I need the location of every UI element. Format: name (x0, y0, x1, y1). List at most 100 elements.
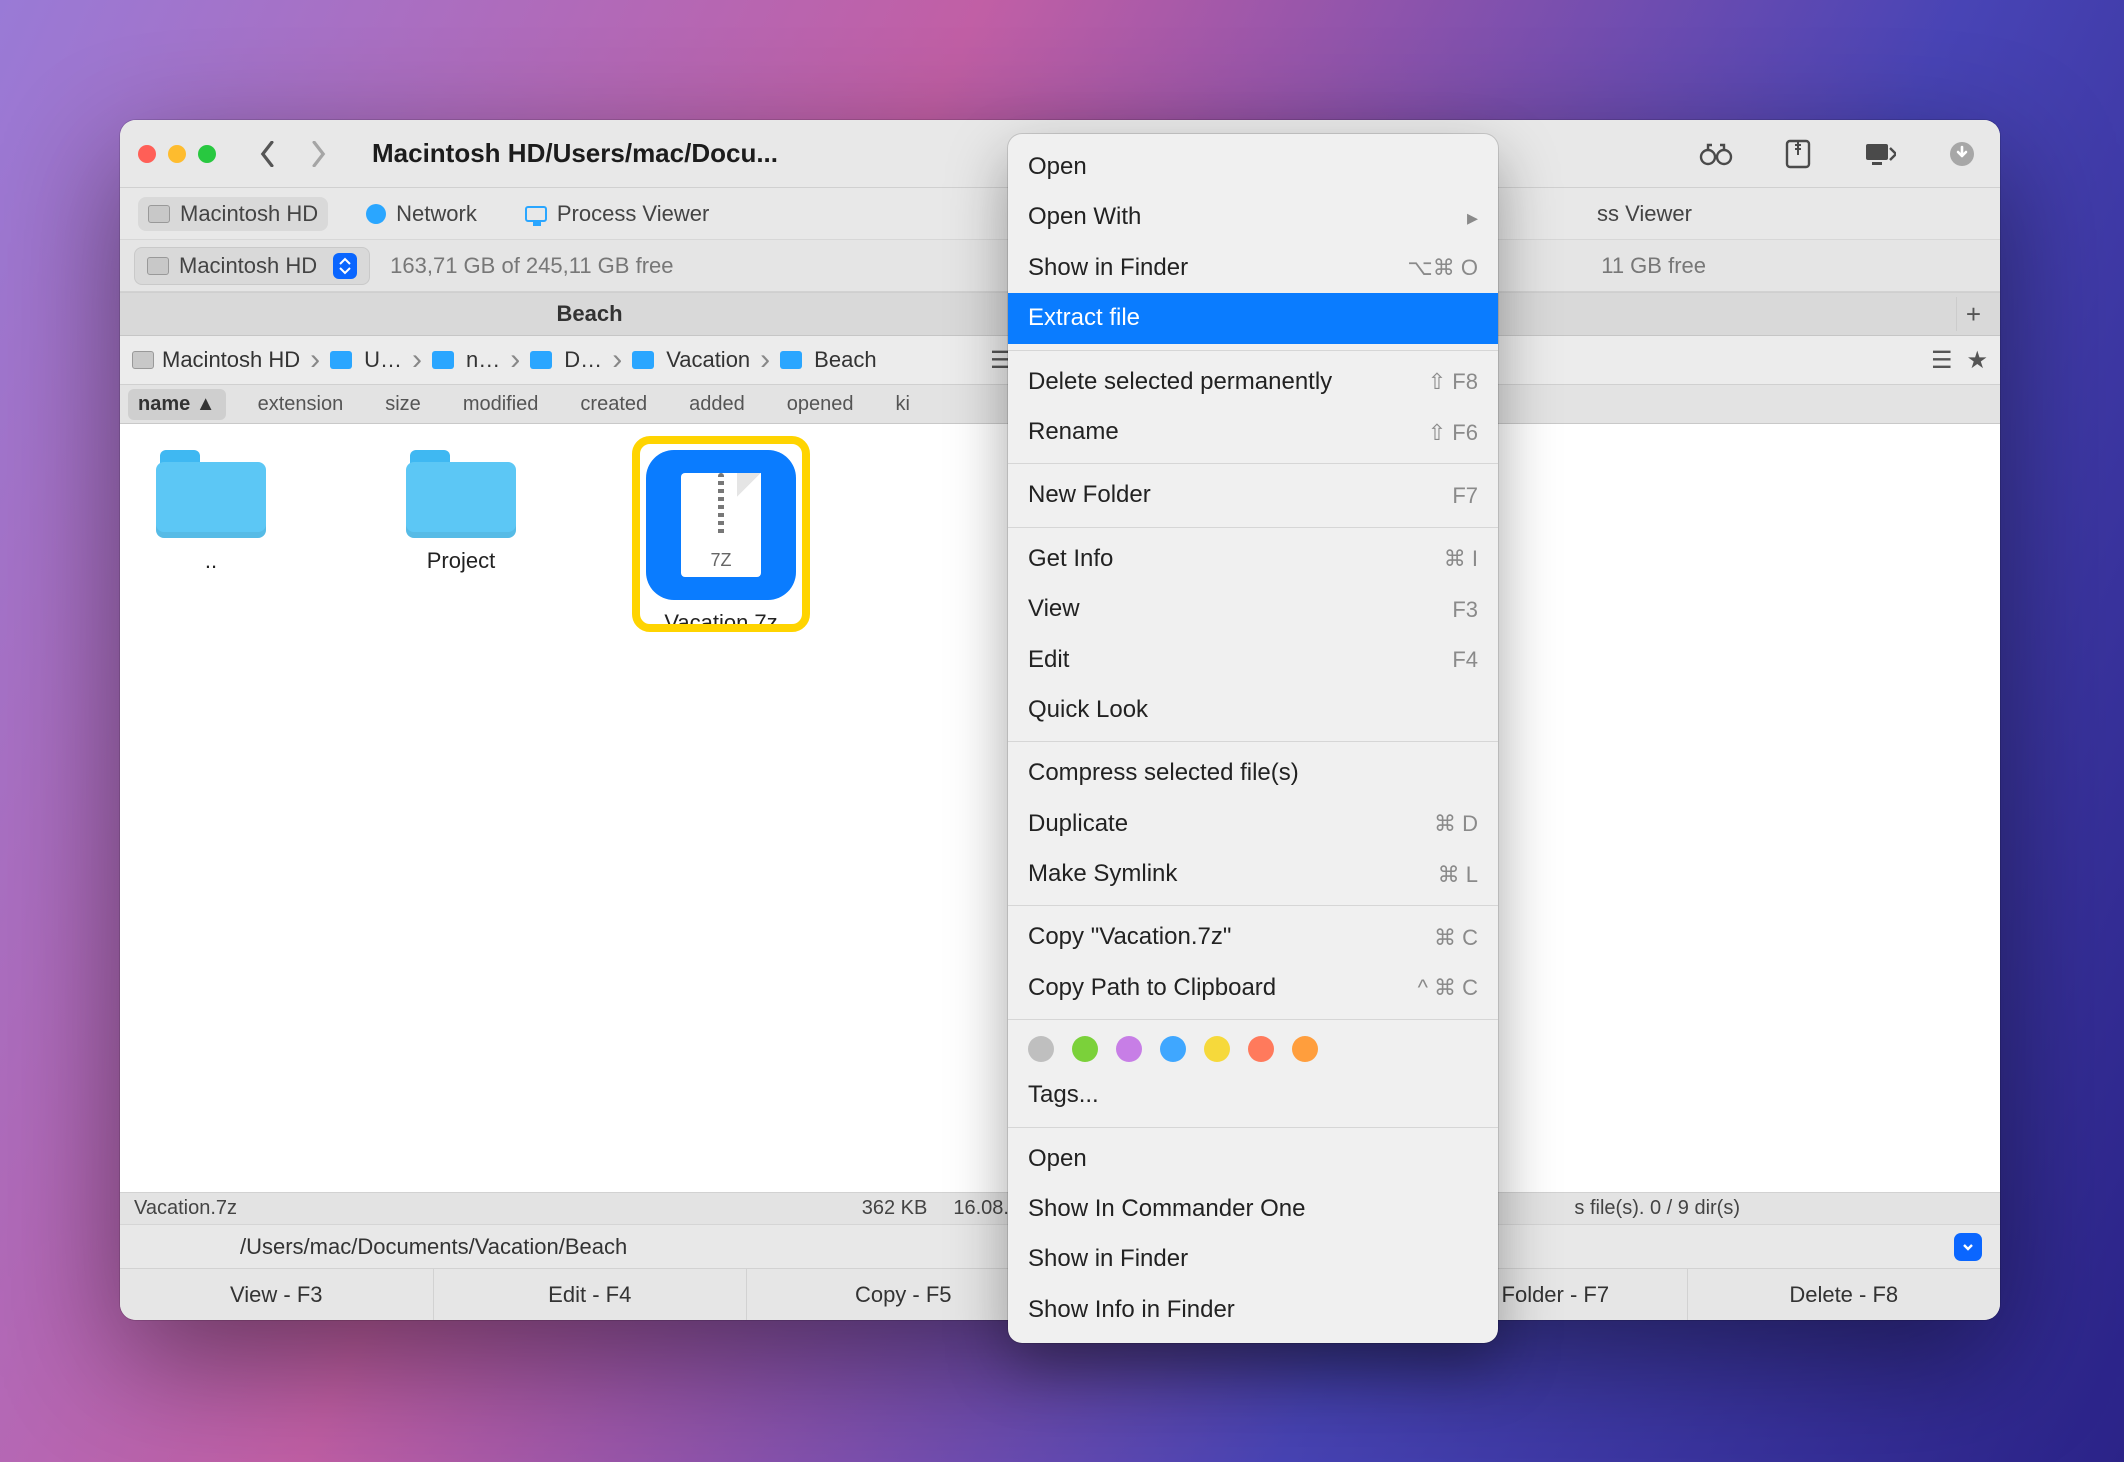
menu-item[interactable]: Open With▸ (1008, 192, 1498, 242)
menu-separator (1008, 1019, 1498, 1020)
menu-item[interactable]: Show In Commander One (1008, 1184, 1498, 1234)
binoculars-icon[interactable] (1696, 134, 1736, 174)
menu-item[interactable]: EditF4 (1008, 635, 1498, 685)
menu-item[interactable]: Extract file (1008, 293, 1498, 343)
menu-item[interactable]: Copy Path to Clipboard^ ⌘ C (1008, 963, 1498, 1013)
menu-item[interactable]: Open (1008, 142, 1498, 192)
menu-item[interactable]: Show in Finder (1008, 1234, 1498, 1284)
minimize-window[interactable] (168, 145, 186, 163)
fn-delete[interactable]: Delete - F8 (1688, 1269, 2001, 1320)
crumb[interactable]: n… (466, 347, 500, 373)
fn-edit[interactable]: Edit - F4 (434, 1269, 748, 1320)
window-title: Macintosh HD/Users/mac/Docu... (372, 138, 778, 169)
menu-item[interactable]: Duplicate⌘ D (1008, 799, 1498, 849)
archive-icon[interactable] (1778, 134, 1818, 174)
menu-item[interactable]: ViewF3 (1008, 584, 1498, 634)
menu-item[interactable]: Rename⇧ F6 (1008, 407, 1498, 457)
nav-forward[interactable] (298, 134, 338, 174)
nav-back[interactable] (248, 134, 288, 174)
add-tab[interactable]: + (1956, 297, 1990, 331)
col-created[interactable]: created (570, 389, 657, 420)
close-window[interactable] (138, 145, 156, 163)
menu-item[interactable]: New FolderF7 (1008, 470, 1498, 520)
star-icon[interactable]: ★ (1966, 346, 1988, 375)
monitor-icon (525, 206, 547, 222)
tab-row: Beach + (120, 292, 1059, 336)
col-size[interactable]: size (375, 389, 431, 420)
download-icon[interactable] (1942, 134, 1982, 174)
disk-space: 163,71 GB of 245,11 GB free (390, 253, 673, 279)
zoom-window[interactable] (198, 145, 216, 163)
column-headers: name ▲ extension size modified created a… (120, 384, 1059, 424)
fav-network[interactable]: Network (356, 197, 487, 231)
menu-item[interactable]: Compress selected file(s) (1008, 748, 1498, 798)
chevron-icon: › (510, 345, 520, 375)
tag-color[interactable] (1292, 1036, 1318, 1062)
chevron-icon: › (412, 345, 422, 375)
status-filename: Vacation.7z (134, 1197, 237, 1220)
disk-space-right: 11 GB free (1601, 253, 1706, 279)
col-opened[interactable]: opened (777, 389, 864, 420)
fav-label: ss Viewer (1597, 201, 1692, 227)
disk-selector[interactable]: Macintosh HD (134, 247, 370, 285)
folder-icon (432, 351, 454, 369)
breadcrumb: Macintosh HD › U… › n… › D… › Vacation ›… (120, 336, 1059, 384)
tag-colors (1008, 1026, 1498, 1070)
fav-macintosh-hd[interactable]: Macintosh HD (138, 197, 328, 231)
folder-icon (156, 450, 266, 538)
menu-item[interactable]: Quick Look (1008, 685, 1498, 735)
tag-color[interactable] (1204, 1036, 1230, 1062)
folder-icon (530, 351, 552, 369)
folder-icon (780, 351, 802, 369)
crumb[interactable]: U… (364, 347, 402, 373)
menu-item-tags[interactable]: Tags... (1008, 1070, 1498, 1120)
crumb[interactable]: Beach (814, 347, 876, 373)
menu-separator (1008, 905, 1498, 906)
menu-item[interactable]: Make Symlink⌘ L (1008, 849, 1498, 899)
left-pane: Beach + Macintosh HD › U… › n… › D… › Va… (120, 292, 1060, 1192)
menu-item[interactable]: Show in Finder⌥⌘ O (1008, 243, 1498, 293)
hd-icon (147, 257, 169, 275)
view-list-icon[interactable]: ☰ (1931, 346, 1953, 375)
folder-icon (632, 351, 654, 369)
menu-item[interactable]: Delete selected permanently⇧ F8 (1008, 357, 1498, 407)
tag-color[interactable] (1116, 1036, 1142, 1062)
menu-separator (1008, 1127, 1498, 1128)
crumb[interactable]: Macintosh HD (162, 347, 300, 373)
crumb[interactable]: D… (564, 347, 602, 373)
col-extension[interactable]: extension (248, 389, 354, 420)
path-dropdown[interactable] (1954, 1233, 1982, 1261)
col-modified[interactable]: modified (453, 389, 549, 420)
col-name[interactable]: name ▲ (128, 389, 226, 420)
chevron-icon: › (760, 345, 770, 375)
tab-label[interactable]: Beach (120, 301, 1059, 327)
menu-item[interactable]: Copy "Vacation.7z"⌘ C (1008, 912, 1498, 962)
menu-item[interactable]: Show Info in Finder (1008, 1285, 1498, 1335)
tag-color[interactable] (1072, 1036, 1098, 1062)
tag-color[interactable] (1028, 1036, 1054, 1062)
crumb[interactable]: Vacation (666, 347, 750, 373)
tag-color[interactable] (1248, 1036, 1274, 1062)
connect-icon[interactable] (1860, 134, 1900, 174)
globe-icon (366, 204, 386, 224)
menu-item[interactable]: Get Info⌘ I (1008, 534, 1498, 584)
disk-name: Macintosh HD (179, 253, 317, 279)
file-grid[interactable]: .. Project 7Z Vacation.7z (120, 424, 1059, 1192)
col-kind[interactable]: ki (886, 389, 920, 420)
fav-process-viewer-right[interactable]: ss Viewer (1587, 197, 1702, 231)
hd-icon (148, 205, 170, 223)
hd-icon (132, 351, 154, 369)
folder-project[interactable]: Project (396, 450, 526, 574)
fav-process-viewer[interactable]: Process Viewer (515, 197, 719, 231)
fn-view[interactable]: View - F3 (120, 1269, 434, 1320)
tag-color[interactable] (1160, 1036, 1186, 1062)
chevron-icon: › (612, 345, 622, 375)
menu-separator (1008, 741, 1498, 742)
parent-folder[interactable]: .. (146, 450, 276, 574)
archive-vacation-7z[interactable]: 7Z Vacation.7z (646, 450, 796, 636)
chevron-icon: › (310, 345, 320, 375)
item-label: Vacation.7z (664, 610, 777, 636)
status-size: 362 KB (862, 1197, 928, 1220)
col-added[interactable]: added (679, 389, 755, 420)
menu-item[interactable]: Open (1008, 1134, 1498, 1184)
